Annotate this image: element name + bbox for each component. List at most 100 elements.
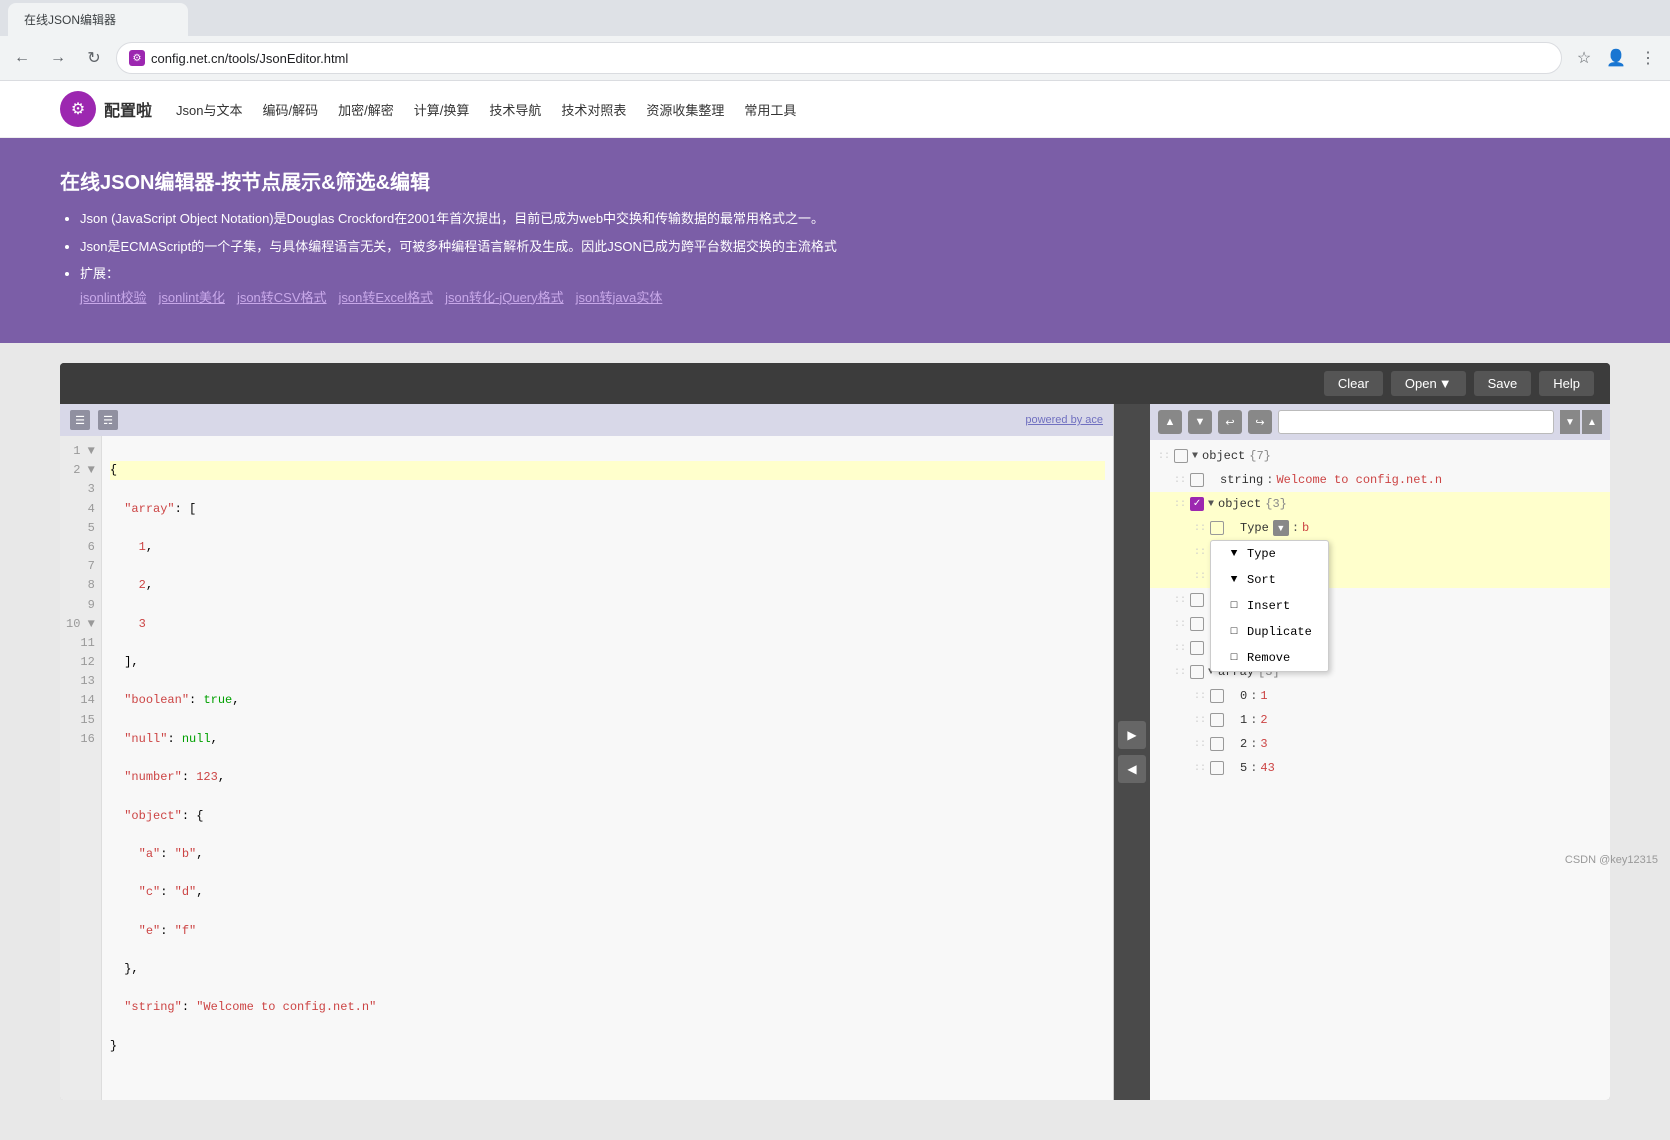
code-content[interactable]: { "array": [ 1, 2, 3 ], "boolean": true,…	[102, 436, 1113, 1100]
checkbox-number[interactable]	[1190, 593, 1204, 607]
bookmark-icon[interactable]: ☆	[1570, 44, 1598, 72]
nav-item-json[interactable]: Json与文本	[176, 100, 242, 119]
nav-link-encode[interactable]: 编码/解码	[262, 103, 318, 118]
nav-link-calc[interactable]: 计算/换算	[414, 103, 470, 118]
back-button[interactable]: ←	[8, 44, 36, 72]
line-num-16: 16	[66, 730, 95, 749]
editor-container: Clear Open ▼ Save Help ☰ ☴ powered by ac…	[60, 363, 1610, 1100]
tree-search-input[interactable]	[1278, 410, 1554, 434]
insert-icon: □	[1227, 599, 1241, 613]
refresh-button[interactable]: ↻	[80, 44, 108, 72]
nav-item-table[interactable]: 技术对照表	[561, 100, 626, 119]
extend-link-3[interactable]: json转Excel格式	[339, 288, 434, 308]
nav-item-calc[interactable]: 计算/换算	[414, 100, 470, 119]
menu-icon[interactable]: ⋮	[1634, 44, 1662, 72]
nav-item-tech[interactable]: 技术导航	[489, 100, 541, 119]
checkbox-object[interactable]	[1190, 497, 1204, 511]
tree-collapse-all-button[interactable]: ▼	[1188, 410, 1212, 434]
expand-root[interactable]: ▼	[1192, 451, 1198, 462]
json-tree-content[interactable]: :: ▼ object {7} :: string : Welcome to c…	[1150, 440, 1610, 1100]
type-icon: ▼	[1227, 547, 1241, 561]
node-count-object: {3}	[1265, 497, 1287, 511]
code-editor: ☰ ☴ powered by ace 1 ▼ 2 ▼ 3 4 5 6 7 8	[60, 404, 1114, 1100]
nav-item-encode[interactable]: 编码/解码	[262, 100, 318, 119]
extend-link-2[interactable]: json转CSV格式	[237, 288, 327, 308]
menu-item-insert[interactable]: □ Insert	[1211, 593, 1328, 619]
nav-link-json[interactable]: Json与文本	[176, 103, 242, 118]
hero-banner: 在线JSON编辑器-按节点展示&筛选&编辑 Json (JavaScript O…	[0, 138, 1670, 343]
line-num-14: 14	[66, 691, 95, 710]
menu-item-sort[interactable]: ▼ Sort	[1211, 567, 1328, 593]
checkbox-arr5[interactable]	[1210, 761, 1224, 775]
nav-item-resources[interactable]: 资源收集整理	[646, 100, 724, 119]
tree-redo-button[interactable]: ↪	[1248, 410, 1272, 434]
clear-button[interactable]: Clear	[1324, 371, 1383, 396]
type-menu-button[interactable]: ▼	[1273, 520, 1289, 536]
extend-link-0[interactable]: jsonlint校验	[80, 288, 146, 308]
line-num-2: 2 ▼	[66, 461, 95, 480]
node-key-arr1: 1	[1240, 713, 1247, 727]
help-button[interactable]: Help	[1539, 371, 1594, 396]
checkbox-null[interactable]	[1190, 617, 1204, 631]
site-logo[interactable]: ⚙ 配置啦	[60, 91, 152, 127]
checkbox-root[interactable]	[1174, 449, 1188, 463]
checkbox-array[interactable]	[1190, 665, 1204, 679]
arrow-right-button[interactable]: ▶	[1118, 721, 1146, 749]
code-line-11: "a": "b",	[110, 845, 1105, 864]
nav-link-tools[interactable]: 常用工具	[744, 103, 796, 118]
save-button[interactable]: Save	[1474, 371, 1532, 396]
logo-text: 配置啦	[104, 97, 152, 121]
address-bar[interactable]: ⚙ config.net.cn/tools/JsonEditor.html	[116, 42, 1562, 74]
checkbox-type[interactable]	[1210, 521, 1224, 535]
browser-toolbar-icons: ☆ 👤 ⋮	[1570, 44, 1662, 72]
menu-label-remove: Remove	[1247, 651, 1290, 665]
browser-tabs: 在线JSON编辑器	[0, 0, 1670, 36]
hero-extend: 扩展： jsonlint校验 jsonlint美化 json转CSV格式 jso…	[80, 264, 1610, 307]
menu-item-duplicate[interactable]: □ Duplicate	[1211, 619, 1328, 645]
node-colon-arr2: :	[1250, 737, 1257, 751]
code-editor-header: ☰ ☴ powered by ace	[60, 404, 1113, 436]
checkbox-arr0[interactable]	[1210, 689, 1224, 703]
drag-handle-string: ::	[1174, 475, 1186, 486]
format-icon[interactable]: ☰	[70, 410, 90, 430]
duplicate-icon: □	[1227, 625, 1241, 639]
code-line-12: "c": "d",	[110, 883, 1105, 902]
open-button[interactable]: Open ▼	[1391, 371, 1466, 396]
expand-object[interactable]: ▼	[1208, 499, 1214, 510]
forward-button[interactable]: →	[44, 44, 72, 72]
json-tree: ▲ ▼ ↩ ↪ ▼ ▲ :: ▼ objec	[1150, 404, 1610, 1100]
tree-expand-all-button[interactable]: ▲	[1158, 410, 1182, 434]
arrow-left-button[interactable]: ◀	[1118, 755, 1146, 783]
sort-icon[interactable]: ☴	[98, 410, 118, 430]
node-value-arr1: 2	[1260, 713, 1267, 727]
nav-link-tech[interactable]: 技术导航	[489, 103, 541, 118]
nav-item-tools[interactable]: 常用工具	[744, 100, 796, 119]
sort-menu-icon: ▼	[1227, 573, 1241, 587]
hero-bullet-1: Json (JavaScript Object Notation)是Dougla…	[80, 209, 1610, 229]
nav-item-encrypt[interactable]: 加密/解密	[338, 100, 394, 119]
code-line-5: 3	[110, 615, 1105, 634]
extend-link-4[interactable]: json转化-jQuery格式	[445, 288, 563, 308]
menu-item-type[interactable]: ▼ Type	[1211, 541, 1328, 567]
checkbox-arr2[interactable]	[1210, 737, 1224, 751]
nav-link-table[interactable]: 技术对照表	[561, 103, 626, 118]
search-prev-button[interactable]: ▼	[1560, 410, 1580, 434]
extend-link-1[interactable]: jsonlint美化	[158, 288, 224, 308]
nav-link-resources[interactable]: 资源收集整理	[646, 103, 724, 118]
line-num-3: 3	[66, 480, 95, 499]
profile-icon[interactable]: 👤	[1602, 44, 1630, 72]
code-line-15: "string": "Welcome to config.net.n"	[110, 998, 1105, 1017]
powered-by-link[interactable]: powered by ace	[1025, 414, 1103, 426]
tree-undo-button[interactable]: ↩	[1218, 410, 1242, 434]
checkbox-string[interactable]	[1190, 473, 1204, 487]
checkbox-arr1[interactable]	[1210, 713, 1224, 727]
nav-link-encrypt[interactable]: 加密/解密	[338, 103, 394, 118]
checkbox-boolean[interactable]	[1190, 641, 1204, 655]
hero-list: Json (JavaScript Object Notation)是Dougla…	[60, 209, 1610, 307]
code-line-9: "number": 123,	[110, 768, 1105, 787]
search-next-button[interactable]: ▲	[1582, 410, 1602, 434]
node-value-arr2: 3	[1260, 737, 1267, 751]
extend-link-5[interactable]: json转java实体	[576, 288, 663, 308]
menu-item-remove[interactable]: □ Remove	[1211, 645, 1328, 671]
active-tab[interactable]: 在线JSON编辑器	[8, 3, 188, 36]
